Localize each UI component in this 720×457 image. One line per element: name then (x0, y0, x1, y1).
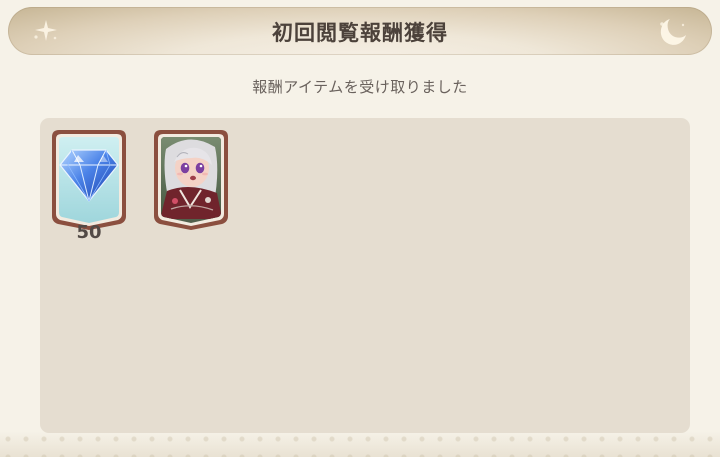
reward-item-character[interactable] (152, 128, 230, 230)
gem-quantity: 50 (76, 222, 102, 243)
dialog-subtitle: 報酬アイテムを受け取りました (252, 78, 468, 96)
dialog-title: 初回閲覧報酬獲得 (272, 21, 448, 45)
title-bar: 初回閲覧報酬獲得 (8, 7, 712, 55)
moon-icon (660, 19, 686, 45)
reward-dialog: 初回閲覧報酬獲得 報酬アイテムを受け取りました 50 (0, 0, 720, 457)
blue-gem-icon (59, 149, 119, 202)
reward-panel: 50 (40, 118, 690, 433)
character-portrait (161, 137, 221, 219)
bottom-pattern (0, 431, 720, 457)
reward-item-gem[interactable]: 50 (50, 128, 128, 243)
